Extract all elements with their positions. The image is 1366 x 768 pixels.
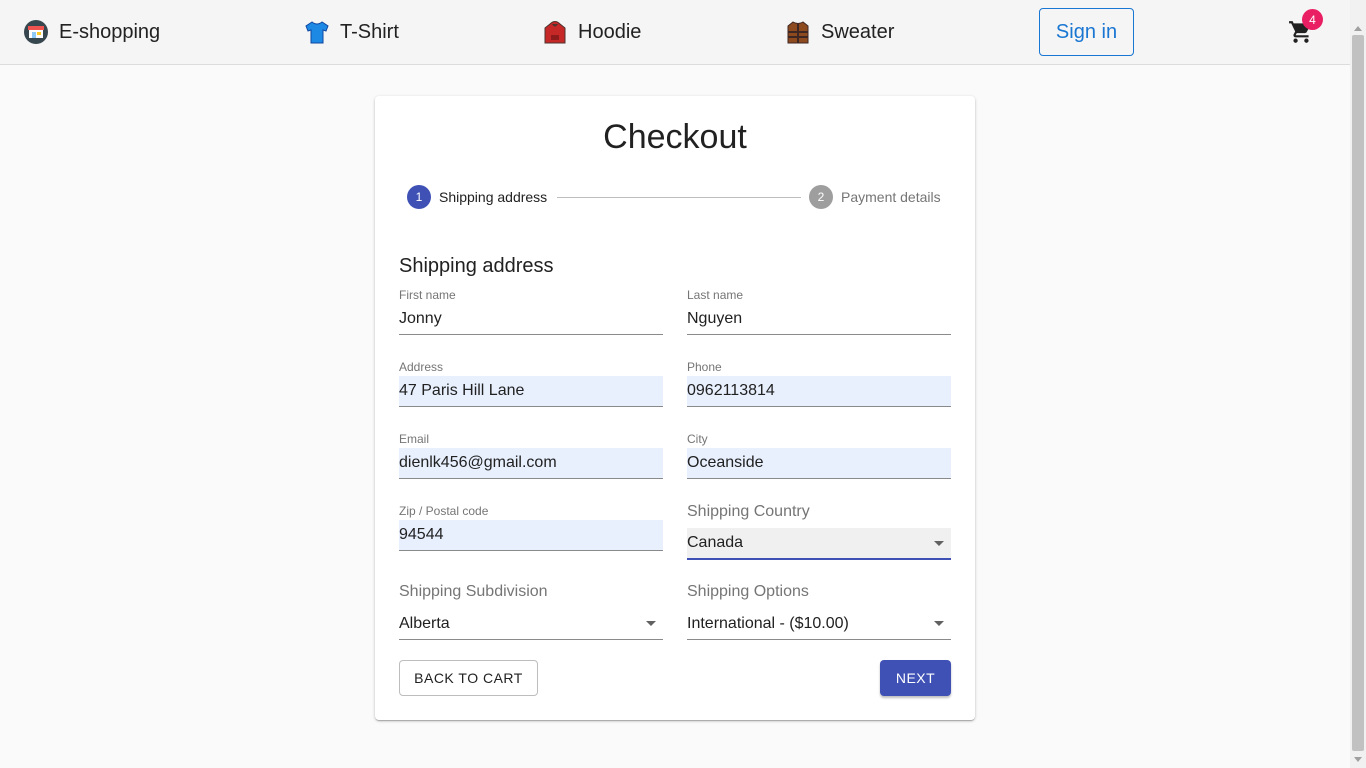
last-name-input[interactable]: Nguyen xyxy=(687,304,951,335)
city-label: City xyxy=(687,432,708,446)
next-button[interactable]: NEXT xyxy=(880,660,951,696)
nav-tshirt-label: T-Shirt xyxy=(340,20,399,43)
city-input[interactable]: Oceanside xyxy=(687,448,951,479)
first-name-label: First name xyxy=(399,288,456,302)
shipping-subdivision-value: Alberta xyxy=(399,614,450,632)
shipping-subdivision-label: Shipping Subdivision xyxy=(399,583,548,600)
nav-item-tshirt[interactable]: T-Shirt xyxy=(304,16,399,48)
address-input[interactable]: 47 Paris Hill Lane xyxy=(399,376,663,407)
shipping-options-label: Shipping Options xyxy=(687,583,809,600)
nav-hoodie-label: Hoodie xyxy=(578,20,642,43)
brand-link[interactable]: E-shopping xyxy=(23,16,160,48)
tshirt-icon xyxy=(304,19,330,45)
scrollbar-thumb[interactable] xyxy=(1352,35,1364,751)
email-label: Email xyxy=(399,432,430,446)
step-2-indicator: 2 xyxy=(809,185,833,209)
phone-input[interactable]: 0962113814 xyxy=(687,376,951,407)
first-name-input[interactable]: Jonny xyxy=(399,304,663,335)
chevron-down-icon xyxy=(934,621,944,626)
nav-sweater-label: Sweater xyxy=(821,20,895,43)
shipping-subdivision-select[interactable]: Alberta xyxy=(399,608,663,640)
last-name-label: Last name xyxy=(687,288,744,302)
back-to-cart-button[interactable]: BACK TO CART xyxy=(399,660,538,696)
chevron-down-icon xyxy=(646,621,656,626)
step-1-indicator: 1 xyxy=(407,185,431,209)
cart-count-badge: 4 xyxy=(1302,9,1323,30)
shipping-country-select[interactable]: Canada xyxy=(687,528,951,560)
shop-logo-icon xyxy=(23,19,49,45)
email-input[interactable]: dienlk456@gmail.com xyxy=(399,448,663,479)
phone-label: Phone xyxy=(687,360,722,374)
top-navbar xyxy=(0,0,1350,65)
shipping-country-value: Canada xyxy=(687,534,744,551)
shipping-country-label: Shipping Country xyxy=(687,503,810,520)
address-label: Address xyxy=(399,360,444,374)
stepper-connector xyxy=(557,197,801,198)
scroll-down-arrow-icon[interactable] xyxy=(1354,757,1362,762)
page-title: Checkout xyxy=(603,118,747,156)
chevron-down-icon xyxy=(934,541,944,546)
step-2-label: Payment details xyxy=(841,189,941,205)
hoodie-icon xyxy=(542,19,568,45)
nav-item-sweater[interactable]: Sweater xyxy=(785,16,894,48)
zip-input[interactable]: 94544 xyxy=(399,520,663,551)
shipping-options-select[interactable]: International - ($10.00) xyxy=(687,608,951,640)
sign-in-button[interactable]: Sign in xyxy=(1039,8,1134,56)
step-1-label: Shipping address xyxy=(439,189,548,205)
brand-label: E-shopping xyxy=(59,20,161,43)
zip-label: Zip / Postal code xyxy=(399,504,489,518)
shipping-options-value: International - ($10.00) xyxy=(687,614,849,632)
scroll-up-arrow-icon[interactable] xyxy=(1354,26,1362,31)
sweater-icon xyxy=(785,19,811,45)
section-title: Shipping address xyxy=(399,255,554,277)
nav-item-hoodie[interactable]: Hoodie xyxy=(542,16,641,48)
